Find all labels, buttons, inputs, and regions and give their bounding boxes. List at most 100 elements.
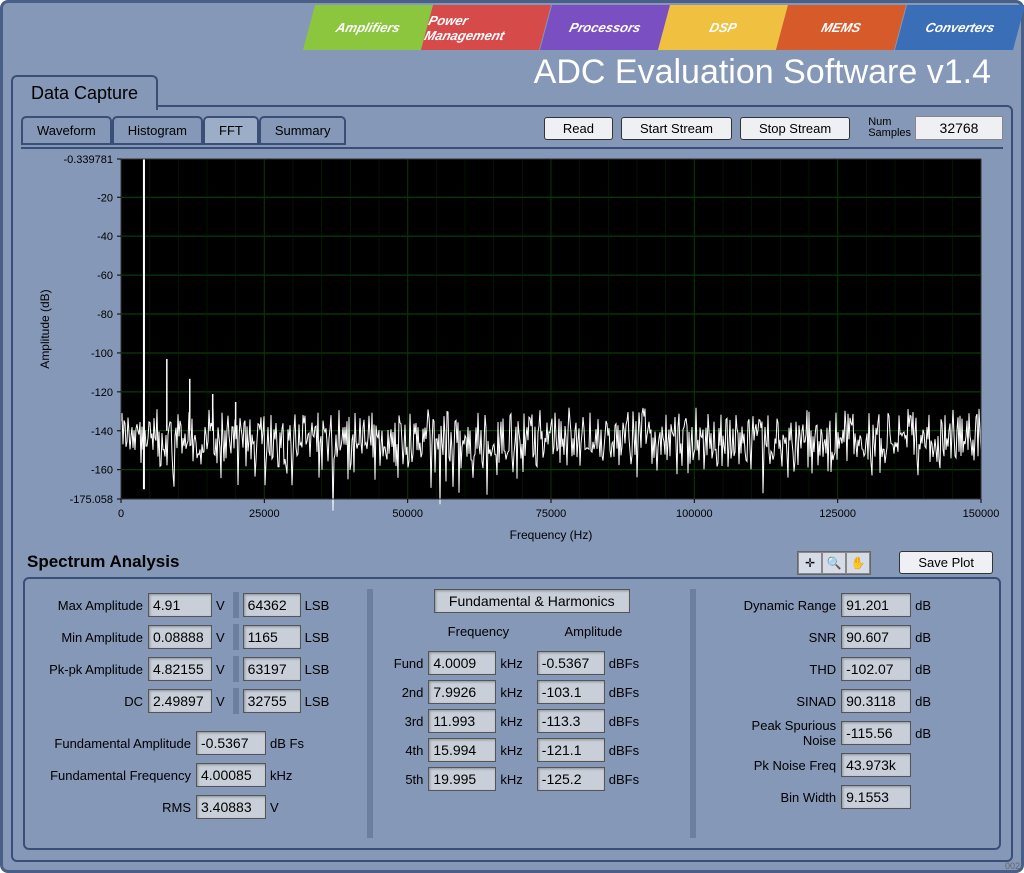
- svg-text:-40: -40: [97, 231, 113, 243]
- harm-amp-4[interactable]: -125.2: [537, 767, 605, 791]
- svg-text:-175.058: -175.058: [70, 494, 113, 506]
- tab-waveform[interactable]: Waveform: [21, 116, 112, 145]
- svg-text:125000: 125000: [819, 508, 856, 520]
- banner-mems: MEMS: [776, 5, 906, 50]
- app-title: ADC Evaluation Software v1.4: [534, 53, 991, 92]
- svg-text:100000: 100000: [676, 508, 713, 520]
- footer-code: 002: [1005, 861, 1020, 871]
- harm-amp-1[interactable]: -103.1: [537, 680, 605, 704]
- harm-row-label: 5th: [383, 772, 428, 787]
- crosshair-icon[interactable]: ✛: [798, 552, 822, 574]
- fund-freq-label: Fundamental Frequency: [31, 768, 196, 783]
- harm-amp-2[interactable]: -113.3: [537, 709, 605, 733]
- read-button[interactable]: Read: [544, 117, 613, 140]
- dynrange-label: Dynamic Range: [706, 598, 841, 613]
- pkpk-label: Pk-pk Amplitude: [31, 662, 148, 677]
- thd-label: THD: [706, 662, 841, 677]
- rms-unit: V: [266, 800, 283, 815]
- stop-stream-button[interactable]: Stop Stream: [740, 117, 850, 140]
- banner-dsp: DSP: [658, 5, 788, 50]
- svg-text:-120: -120: [91, 387, 113, 399]
- sinad-v[interactable]: 90.3118: [841, 689, 911, 713]
- svg-text:-140: -140: [91, 426, 113, 438]
- min-amp-label: Min Amplitude: [31, 630, 148, 645]
- svg-text:-0.339781: -0.339781: [63, 154, 113, 166]
- harm-freq-3[interactable]: 15.994: [428, 738, 496, 762]
- fund-amp-unit: dB Fs: [266, 736, 308, 751]
- harm-freq-2[interactable]: 11.993: [428, 709, 496, 733]
- fund-freq-v[interactable]: 4.00085: [196, 763, 266, 787]
- harm-freq-1[interactable]: 7.9926: [428, 680, 496, 704]
- harm-amp-0[interactable]: -0.5367: [537, 651, 605, 675]
- sinad-label: SINAD: [706, 694, 841, 709]
- binw-label: Bin Width: [706, 790, 841, 805]
- svg-text:150000: 150000: [963, 508, 1000, 520]
- plot-tool-bar: ✛ 🔍 ✋: [797, 551, 871, 575]
- thd-v[interactable]: -102.07: [841, 657, 911, 681]
- spectrum-analysis-panel: Max Amplitude4.91V64362LSB Min Amplitude…: [23, 577, 1001, 850]
- harm-freq-4[interactable]: 19.995: [428, 767, 496, 791]
- svg-text:-100: -100: [91, 348, 113, 360]
- svg-text:25000: 25000: [249, 508, 280, 520]
- spectrum-analysis-title: Spectrum Analysis: [27, 552, 179, 572]
- max-amp-lsb[interactable]: 64362: [243, 593, 301, 617]
- svg-text:-80: -80: [97, 309, 113, 321]
- fft-plot[interactable]: -0.339781 -20 -40 -60 -80 -100 -120 -140 -160 -17…: [21, 147, 1003, 549]
- harm-freq-0[interactable]: 4.0009: [428, 651, 496, 675]
- num-samples-field[interactable]: 32768: [915, 116, 1003, 140]
- min-amp-lsb[interactable]: 1165: [243, 625, 301, 649]
- binw-v[interactable]: 9.1553: [841, 785, 911, 809]
- harm-row-label: 4th: [383, 743, 428, 758]
- harmonics-title: Fundamental & Harmonics: [434, 589, 630, 613]
- tab-histogram[interactable]: Histogram: [112, 116, 203, 145]
- tab-summary[interactable]: Summary: [259, 116, 347, 145]
- dc-label: DC: [31, 694, 148, 709]
- psn-label: Peak Spurious Noise: [706, 718, 841, 748]
- svg-text:-160: -160: [91, 465, 113, 477]
- start-stream-button[interactable]: Start Stream: [621, 117, 732, 140]
- dynrange-v[interactable]: 91.201: [841, 593, 911, 617]
- tab-data-capture[interactable]: Data Capture: [11, 75, 158, 110]
- svg-text:Frequency (Hz): Frequency (Hz): [510, 528, 593, 542]
- svg-text:0: 0: [118, 508, 124, 520]
- harm-row-label: Fund: [383, 656, 428, 671]
- harm-row-label: 3rd: [383, 714, 428, 729]
- fund-amp-label: Fundamental Amplitude: [31, 736, 196, 751]
- banner-amplifiers: Amplifiers: [303, 5, 433, 50]
- snr-v[interactable]: 90.607: [841, 625, 911, 649]
- svg-text:50000: 50000: [392, 508, 423, 520]
- tab-fft[interactable]: FFT: [203, 116, 259, 145]
- save-plot-button[interactable]: Save Plot: [899, 551, 993, 574]
- max-amp-v[interactable]: 4.91: [148, 593, 212, 617]
- zoom-icon[interactable]: 🔍: [822, 552, 846, 574]
- harm-freq-header: Frequency: [423, 624, 533, 639]
- rms-v[interactable]: 3.40883: [196, 795, 266, 819]
- svg-text:-60: -60: [97, 270, 113, 282]
- main-panel: WaveformHistogramFFTSummary Read Start S…: [11, 105, 1013, 862]
- min-amp-v[interactable]: 0.08888: [148, 625, 212, 649]
- svg-text:-20: -20: [97, 192, 113, 204]
- fund-freq-unit: kHz: [266, 768, 296, 783]
- harm-amp-header: Amplitude: [533, 624, 653, 639]
- num-samples-label: Num Samples: [868, 117, 911, 139]
- pnf-v[interactable]: 43.973k: [841, 753, 911, 777]
- pan-icon[interactable]: ✋: [846, 552, 870, 574]
- fund-amp-v[interactable]: -0.5367: [196, 731, 266, 755]
- max-amp-label: Max Amplitude: [31, 598, 148, 613]
- harm-row-label: 2nd: [383, 685, 428, 700]
- pnf-label: Pk Noise Freq: [706, 758, 841, 773]
- pkpk-v[interactable]: 4.82155: [148, 657, 212, 681]
- psn-v[interactable]: -115.56: [841, 721, 911, 745]
- banner-converters: Converters: [895, 5, 1024, 50]
- svg-text:Amplitude (dB): Amplitude (dB): [38, 289, 52, 368]
- banner-strip: Amplifiers Power Management Processors D…: [309, 5, 1019, 50]
- rms-label: RMS: [31, 800, 196, 815]
- snr-label: SNR: [706, 630, 841, 645]
- svg-text:75000: 75000: [536, 508, 567, 520]
- dc-v[interactable]: 2.49897: [148, 689, 212, 713]
- dc-lsb[interactable]: 32755: [243, 689, 301, 713]
- harm-amp-3[interactable]: -121.1: [537, 738, 605, 762]
- pkpk-lsb[interactable]: 63197: [243, 657, 301, 681]
- banner-power: Power Management: [421, 5, 551, 50]
- banner-processors: Processors: [540, 5, 670, 50]
